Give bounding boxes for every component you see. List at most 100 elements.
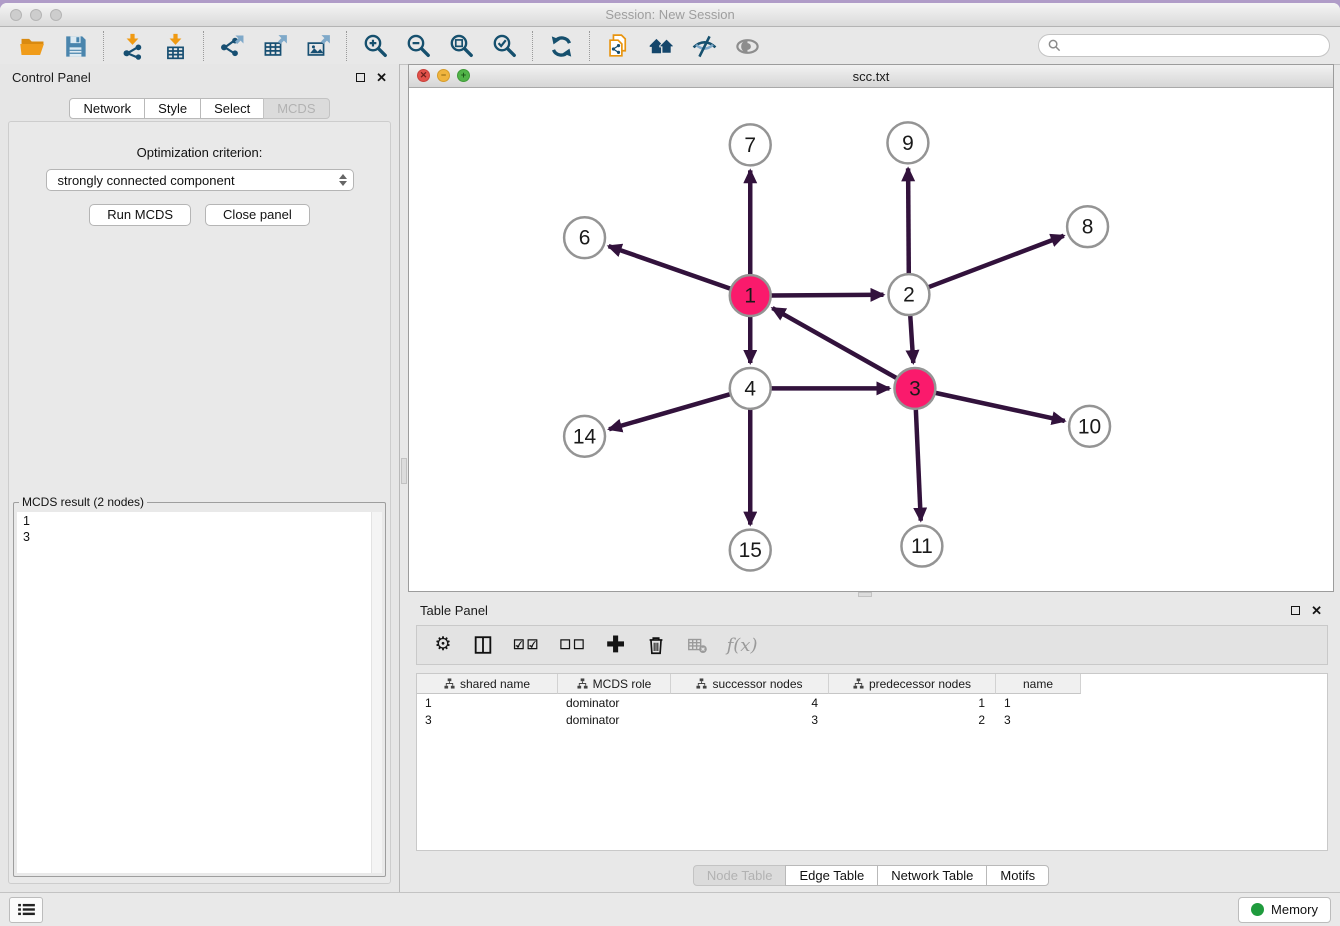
graph-edge-4-14[interactable]	[609, 394, 731, 429]
show-graphics-details-icon[interactable]	[732, 31, 762, 61]
select-all-columns-icon[interactable]: ☑☑	[513, 632, 540, 658]
tab-network[interactable]: Network	[69, 98, 145, 119]
graph-node-4[interactable]: 4	[730, 368, 771, 409]
cell-successor-nodes[interactable]: 3	[671, 713, 829, 727]
graph-node-14[interactable]: 14	[564, 416, 605, 457]
frame-minimize-icon[interactable]: −	[437, 69, 450, 82]
cell-name[interactable]: 1	[996, 696, 1081, 710]
graph-edge-3-10[interactable]	[935, 393, 1065, 421]
graph-node-2[interactable]: 2	[888, 274, 929, 315]
column-header-shared-name[interactable]: shared name	[417, 674, 558, 694]
run-mcds-button[interactable]: Run MCDS	[89, 204, 191, 226]
task-history-button[interactable]	[9, 897, 43, 923]
tab-edge-table[interactable]: Edge Table	[785, 865, 878, 886]
tab-network-table[interactable]: Network Table	[877, 865, 987, 886]
graph-node-7[interactable]: 7	[730, 124, 771, 165]
control-panel-tabs: Network Style Select MCDS	[0, 98, 399, 119]
graph-edge-2-3[interactable]	[910, 315, 913, 363]
column-header-predecessor-nodes[interactable]: predecessor nodes	[829, 674, 996, 694]
clone-network-icon[interactable]	[603, 31, 633, 61]
column-header-name[interactable]: name	[996, 674, 1081, 694]
graph-edge-2-8[interactable]	[928, 236, 1064, 288]
table-row[interactable]: 1 dominator 4 1 1	[417, 694, 1327, 711]
mcds-result-textarea[interactable]: 1 3	[17, 512, 382, 873]
cell-mcds-role[interactable]: dominator	[558, 696, 671, 710]
graph-edge-1-2[interactable]	[771, 295, 884, 296]
cell-name[interactable]: 3	[996, 713, 1081, 727]
graph-edge-2-9[interactable]	[908, 168, 909, 274]
result-scrollbar[interactable]	[371, 512, 382, 873]
tab-mcds[interactable]: MCDS	[263, 98, 329, 119]
column-header-mcds-role[interactable]: MCDS role	[558, 674, 671, 694]
show-columns-icon[interactable]	[472, 632, 494, 658]
graph-node-8[interactable]: 8	[1067, 206, 1108, 247]
table-row[interactable]: 3 dominator 3 2 3	[417, 711, 1327, 728]
status-bar: Memory	[0, 892, 1340, 926]
table-toolbar: ⚙ ☑☑ ☐☐ ✚ f(x)	[416, 625, 1328, 665]
close-panel-icon[interactable]: ✕	[376, 71, 387, 84]
zoom-in-icon[interactable]	[360, 31, 390, 61]
graph-node-9[interactable]: 9	[887, 122, 928, 163]
deselect-all-columns-icon[interactable]: ☐☐	[559, 632, 586, 658]
cell-shared-name[interactable]: 1	[417, 696, 558, 710]
import-network-icon[interactable]	[117, 31, 147, 61]
hierarchy-icon	[577, 678, 588, 689]
frame-close-icon[interactable]: ✕	[417, 69, 430, 82]
float-panel-icon[interactable]	[356, 73, 365, 82]
optimization-criterion-select[interactable]: strongly connected component	[46, 169, 354, 191]
graph-node-15[interactable]: 15	[730, 530, 771, 571]
export-image-icon[interactable]	[303, 31, 333, 61]
zoom-out-icon[interactable]	[403, 31, 433, 61]
search-input[interactable]	[1067, 39, 1320, 53]
table-tabs: Node Table Edge Table Network Table Moti…	[408, 865, 1334, 886]
main-titlebar: Session: New Session	[0, 3, 1340, 27]
vertical-split-handle[interactable]	[401, 458, 407, 484]
control-panel: Control Panel ✕ Network Style Select MCD…	[0, 64, 400, 892]
close-panel-button[interactable]: Close panel	[205, 204, 310, 226]
cell-predecessor-nodes[interactable]: 2	[829, 713, 996, 727]
close-window-button[interactable]	[10, 9, 22, 21]
tab-select[interactable]: Select	[200, 98, 264, 119]
zoom-selected-icon[interactable]	[489, 31, 519, 61]
tab-motifs[interactable]: Motifs	[986, 865, 1049, 886]
save-session-icon[interactable]	[60, 31, 90, 61]
cell-successor-nodes[interactable]: 4	[671, 696, 829, 710]
first-neighbors-icon[interactable]	[646, 31, 676, 61]
float-table-panel-icon[interactable]	[1291, 606, 1300, 615]
close-table-panel-icon[interactable]: ✕	[1311, 604, 1322, 617]
graph-node-3[interactable]: 3	[894, 368, 935, 409]
zoom-window-button[interactable]	[50, 9, 62, 21]
tab-node-table[interactable]: Node Table	[693, 865, 787, 886]
add-row-icon[interactable]: ✚	[606, 632, 626, 658]
hide-graphics-details-icon[interactable]	[689, 31, 719, 61]
export-table-icon[interactable]	[260, 31, 290, 61]
graph-edge-3-1[interactable]	[772, 308, 897, 378]
open-session-icon[interactable]	[17, 31, 47, 61]
import-table-icon[interactable]	[160, 31, 190, 61]
minimize-window-button[interactable]	[30, 9, 42, 21]
cell-shared-name[interactable]: 3	[417, 713, 558, 727]
table-settings-icon[interactable]: ⚙	[433, 632, 453, 658]
tab-style[interactable]: Style	[144, 98, 201, 119]
column-header-successor-nodes[interactable]: successor nodes	[671, 674, 829, 694]
graph-node-10[interactable]: 10	[1069, 406, 1110, 447]
cell-mcds-role[interactable]: dominator	[558, 713, 671, 727]
delete-row-icon[interactable]	[645, 632, 667, 658]
zoom-fit-icon[interactable]	[446, 31, 476, 61]
select-stepper-icon	[339, 174, 347, 186]
control-panel-title: Control Panel	[12, 70, 91, 85]
cell-predecessor-nodes[interactable]: 1	[829, 696, 996, 710]
search-box[interactable]	[1038, 34, 1330, 57]
optimization-criterion-label: Optimization criterion:	[9, 145, 390, 160]
graph-node-1[interactable]: 1	[730, 275, 771, 316]
window-title: Session: New Session	[0, 3, 1340, 26]
graph-node-11[interactable]: 11	[901, 526, 942, 567]
network-canvas[interactable]: 7 9 6 8 1 2 4 3 14 10 15 11	[409, 88, 1333, 591]
apply-layout-icon[interactable]	[546, 31, 576, 61]
graph-edge-3-11[interactable]	[916, 409, 921, 521]
memory-button[interactable]: Memory	[1238, 897, 1331, 923]
graph-edge-1-6[interactable]	[609, 246, 731, 289]
graph-node-6[interactable]: 6	[564, 217, 605, 258]
frame-zoom-icon[interactable]: +	[457, 69, 470, 82]
export-network-icon[interactable]	[217, 31, 247, 61]
